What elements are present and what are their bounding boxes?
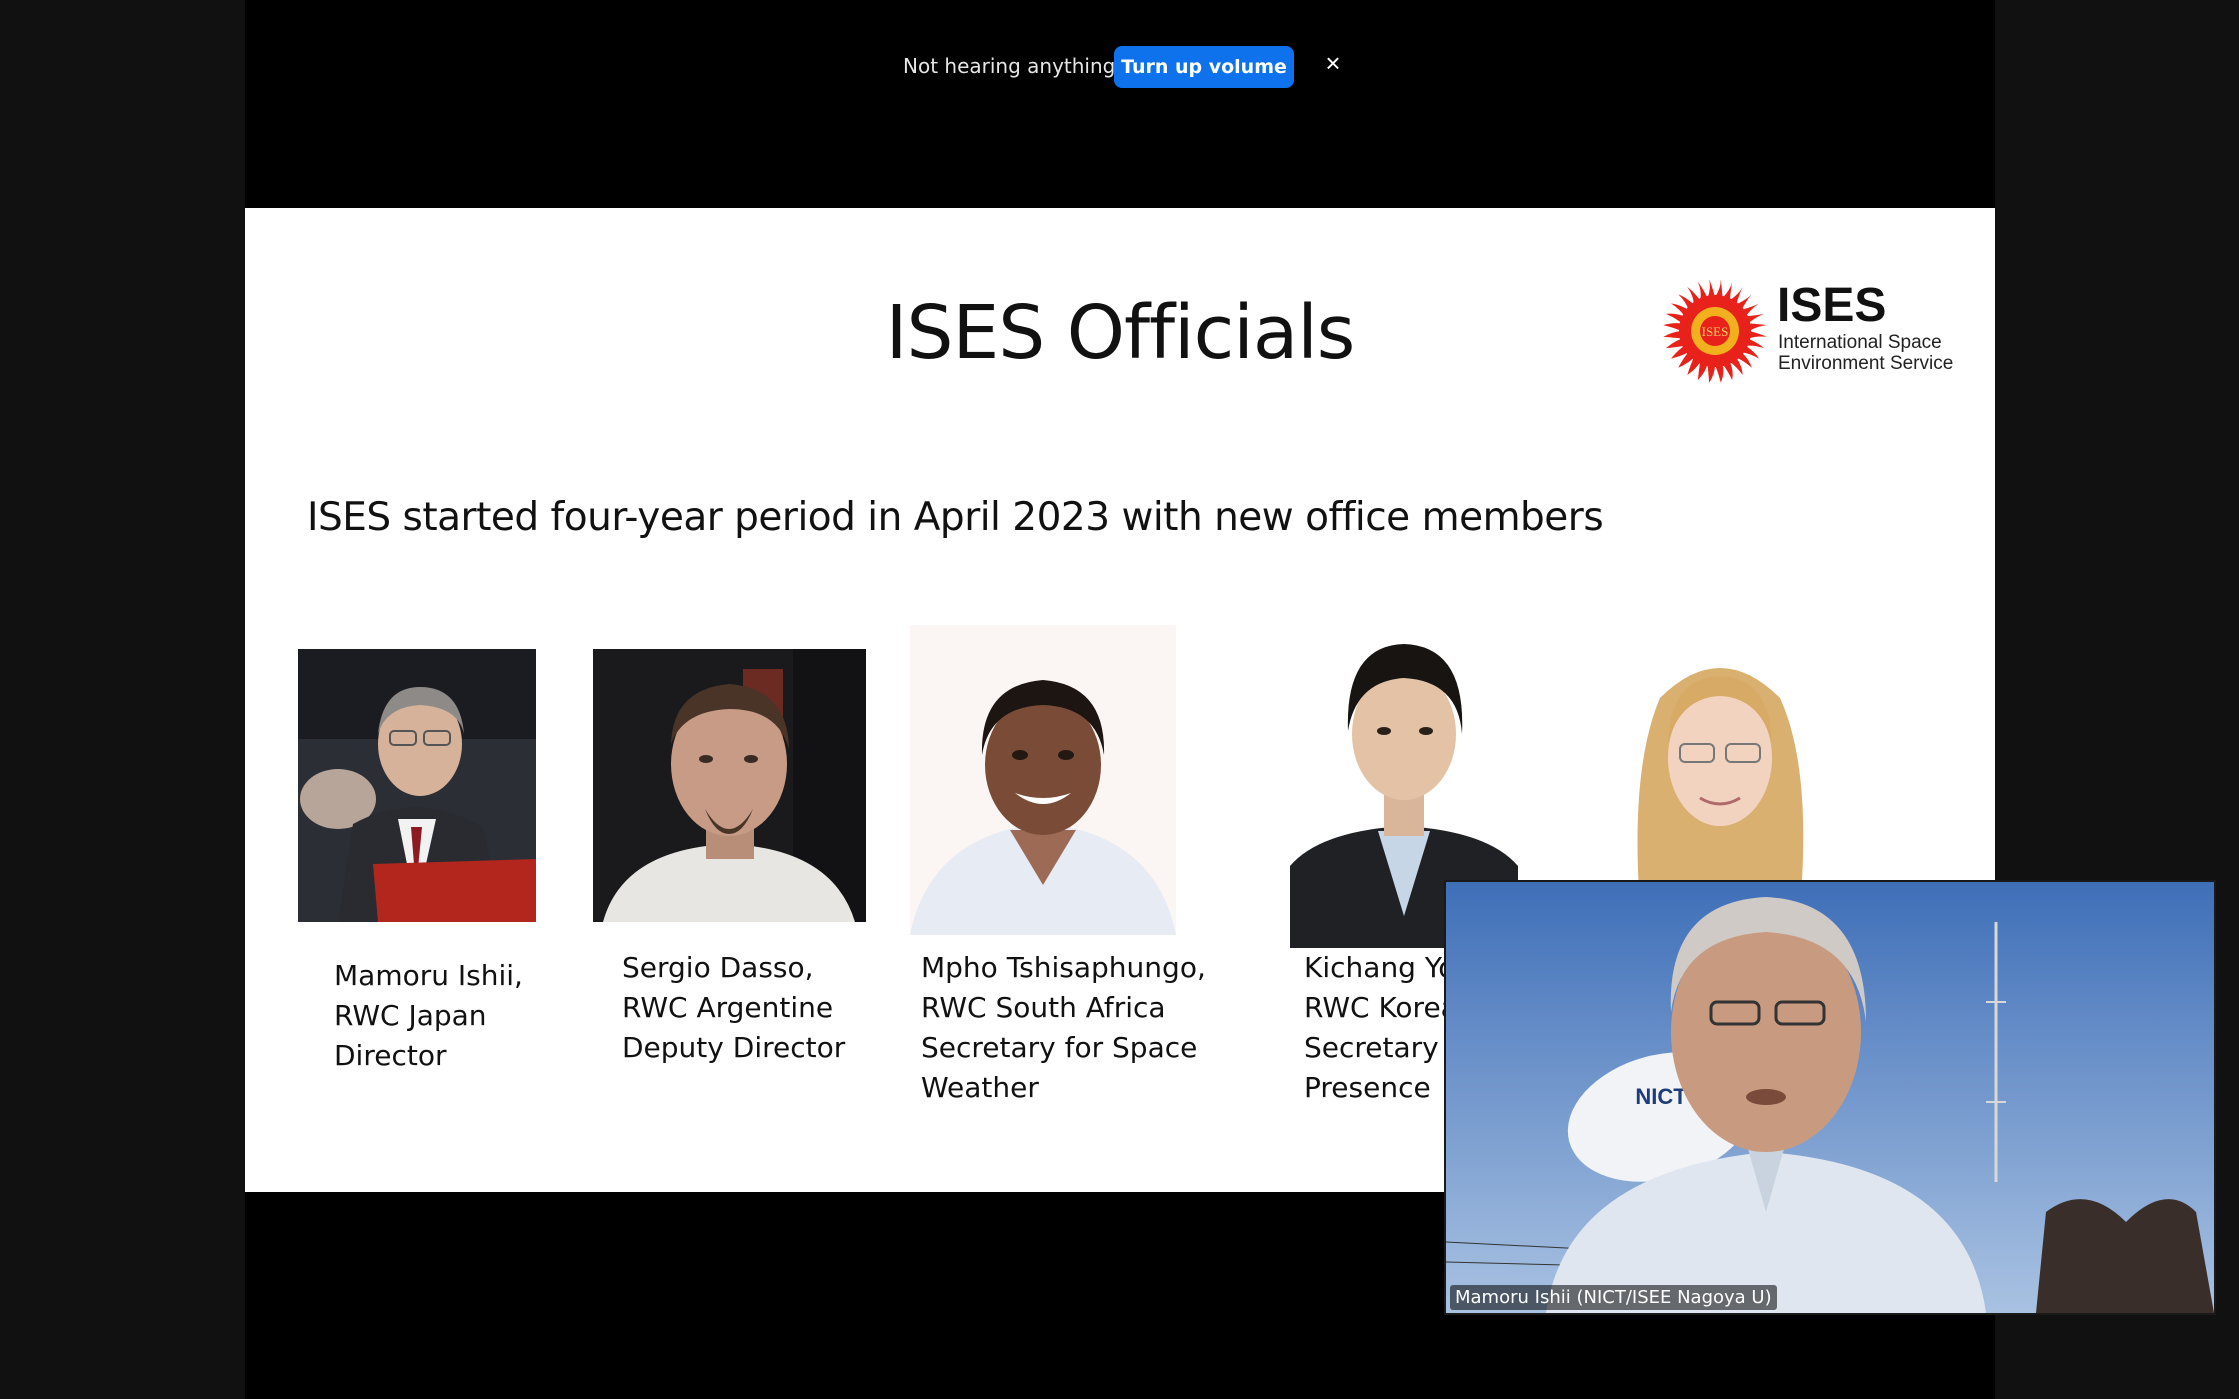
official-photo-3 [910,625,1176,935]
emblem-text: ISES [1702,324,1729,339]
official-photo-2 [593,649,866,922]
official-photo-1 [298,649,536,922]
official-caption-4: Kichang Yo RWC Korea Secretary o Presenc… [1304,951,1465,1104]
logo-tagline: International Space Environment Service [1778,332,1953,374]
dish-label: NICT [1635,1084,1687,1109]
sun-emblem-icon: ISES [1663,279,1767,383]
official-caption-2: Sergio Dasso, RWC Argentine Deputy Direc… [622,951,846,1064]
participant-video-tile[interactable]: NICT Mamoru Ishii (NICT/ISEE Nagoya U) [1444,880,2216,1315]
turn-up-volume-button[interactable]: Turn up volume [1114,46,1294,88]
ises-logo: ISES ISES International Space Environmen… [1662,278,1972,388]
logo-tagline-line1: International Space [1778,332,1942,353]
left-margin [0,0,245,1399]
audio-notification-bar: Not hearing anything? Turn up volume × [245,44,1995,90]
slide-subtitle: ISES started four-year period in April 2… [307,495,1604,540]
official-caption-3: Mpho Tshisaphungo, RWC South Africa Secr… [921,951,1206,1104]
official-caption-1: Mamoru Ishii, RWC Japan Director [334,959,523,1072]
logo-name: ISES [1777,279,1887,332]
official-photo-5 [1600,648,1840,908]
participant-name-label: Mamoru Ishii (NICT/ISEE Nagoya U) [1450,1285,1777,1310]
close-icon[interactable]: × [1318,48,1348,78]
notification-text: Not hearing anything? [903,54,1126,78]
video-feed: NICT [1446,882,2214,1313]
logo-tagline-line2: Environment Service [1778,353,1954,374]
